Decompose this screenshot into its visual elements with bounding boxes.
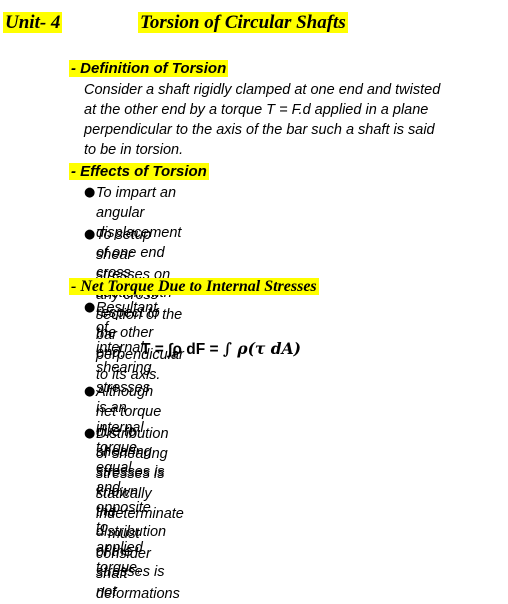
- page-title-text: Torsion of Circular Shafts: [138, 12, 348, 33]
- bullet-dot-icon: ●: [84, 300, 96, 315]
- bullet-dot-icon: ●: [84, 384, 96, 399]
- bullet-line: Distribution of shearing stresses is sta…: [96, 426, 169, 502]
- torque-formula: T = ∫ρ dF = ∫ ρ(τ dA): [141, 339, 301, 360]
- unit-label: Unit- 4: [3, 11, 63, 35]
- formula-lhs: T =: [141, 341, 169, 358]
- bullet-line: indeterminate – must consider shaft defo…: [96, 506, 184, 602]
- section-heading-definition: - Definition of Torsion: [69, 59, 229, 78]
- net-torque-bullet-text: Distribution of shearing stresses is sta…: [96, 424, 184, 604]
- definition-paragraph: Consider a shaft rigidly clamped at one …: [84, 80, 440, 160]
- bullet-dot-icon: ●: [84, 227, 96, 242]
- formula-integral-tau-da: ∫ ρ(τ dA): [222, 339, 301, 358]
- unit-label-text: Unit- 4: [3, 12, 63, 33]
- bullet-dot-icon: ●: [84, 426, 96, 441]
- formula-equals: =: [205, 341, 223, 358]
- section-heading-effects: - Effects of Torsion: [69, 162, 209, 181]
- section-heading-definition-text: - Definition of Torsion: [69, 60, 229, 77]
- definition-line: at the other end by a torque T = F.d app…: [84, 102, 429, 118]
- section-heading-net-torque-text: - Net Torque Due to Internal Stresses: [69, 278, 319, 295]
- definition-line: to be in torsion.: [84, 142, 184, 158]
- definition-line: perpendicular to the axis of the bar suc…: [84, 122, 435, 138]
- bullet-dot-icon: ●: [84, 185, 96, 200]
- section-heading-net-torque: - Net Torque Due to Internal Stresses: [69, 277, 319, 297]
- formula-integral-df: ∫ρ dF: [168, 341, 206, 358]
- section-heading-effects-text: - Effects of Torsion: [69, 163, 209, 180]
- definition-line: Consider a shaft rigidly clamped at one …: [84, 82, 441, 98]
- page-title: Torsion of Circular Shafts: [138, 11, 348, 35]
